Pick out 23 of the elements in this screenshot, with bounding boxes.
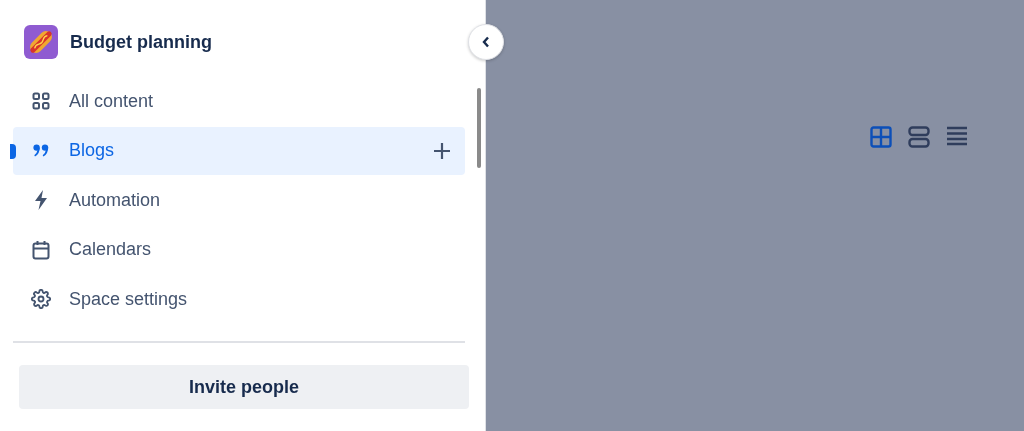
calendar-icon [32, 239, 50, 260]
selection-marker [10, 143, 16, 159]
invite-people-button[interactable]: Invite people [19, 365, 469, 409]
settings-icon [31, 289, 51, 309]
card-view-icon [908, 126, 930, 148]
space-title: Budget planning [70, 31, 212, 53]
list-view-icon [946, 126, 968, 146]
nav-item[interactable]: Automation [13, 176, 465, 224]
view-toggle[interactable] [946, 126, 968, 148]
plus-icon[interactable] [433, 141, 451, 160]
view-toggle[interactable] [870, 126, 892, 148]
view-toggle[interactable] [908, 126, 930, 148]
nav-item[interactable]: Calendars [13, 225, 465, 274]
grid-view-icon [870, 126, 892, 148]
chevron-left-icon [482, 36, 490, 48]
quote-icon [33, 144, 49, 157]
lightning-icon [34, 190, 48, 210]
hotdog-icon [24, 25, 58, 59]
nav-item[interactable]: Blogs [13, 126, 465, 175]
nav-item[interactable]: Space settings [13, 275, 465, 323]
nav-item[interactable]: All content [13, 77, 465, 125]
grid-icon [32, 92, 50, 110]
collapse-sidebar-button[interactable] [468, 24, 504, 60]
